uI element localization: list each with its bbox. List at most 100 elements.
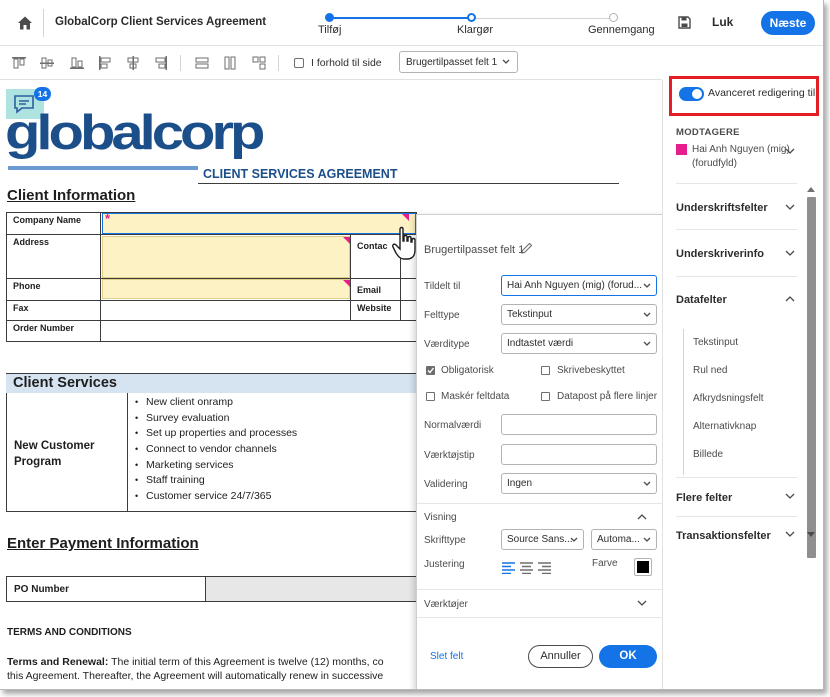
- chevron-down-icon[interactable]: [785, 531, 795, 538]
- field-select-dropdown[interactable]: Brugertilpasset felt 1: [399, 51, 518, 73]
- section-transaction-fields[interactable]: Transaktionsfelter: [676, 530, 771, 542]
- save-icon[interactable]: [678, 16, 691, 29]
- readonly-checkbox[interactable]: [541, 366, 550, 375]
- tools-section-label[interactable]: Værktøjer: [424, 599, 468, 610]
- font-value: Source Sans...: [507, 534, 573, 545]
- pencil-icon[interactable]: [521, 242, 533, 254]
- section-signer-info[interactable]: Underskriverinfo: [676, 248, 764, 260]
- terms-bold-lead: Terms and Renewal:: [7, 656, 109, 668]
- step-dot-review[interactable]: [609, 13, 618, 22]
- chevron-down-icon[interactable]: [637, 600, 647, 607]
- required-checkbox[interactable]: [426, 366, 435, 375]
- chevron-up-icon[interactable]: [637, 513, 647, 520]
- cancel-button[interactable]: Annuller: [528, 645, 593, 668]
- relative-to-page-label: I forhold til side: [311, 57, 382, 69]
- align-right-icon[interactable]: [154, 56, 168, 70]
- font-size-select[interactable]: Automa...: [591, 529, 657, 550]
- align-right-text-icon[interactable]: [538, 562, 551, 574]
- email-label: Email: [350, 278, 401, 301]
- address-field[interactable]: [102, 236, 350, 278]
- data-field-image[interactable]: Billede: [693, 449, 723, 460]
- popup-field-name: Brugertilpasset felt 1: [424, 244, 525, 256]
- match-height-icon[interactable]: [223, 56, 237, 70]
- data-field-checkbox[interactable]: Afkrydsningsfelt: [693, 393, 764, 404]
- step-label-add[interactable]: Tilføj: [318, 24, 341, 36]
- align-left-icon[interactable]: [98, 56, 112, 70]
- align-left-text-icon[interactable]: [502, 562, 515, 574]
- align-center-text-icon[interactable]: [520, 562, 533, 574]
- data-field-radio[interactable]: Alternativknap: [693, 421, 756, 432]
- check-icon: [427, 367, 435, 374]
- data-field-dropdown[interactable]: Rul ned: [693, 365, 727, 376]
- divider: [676, 183, 797, 184]
- color-picker[interactable]: [634, 558, 652, 576]
- po-number-field[interactable]: [205, 577, 419, 601]
- divider: [127, 393, 128, 512]
- chevron-down-icon: [643, 312, 651, 317]
- chevron-up-icon[interactable]: [785, 295, 795, 302]
- ok-button[interactable]: OK: [599, 645, 657, 668]
- program-label: New Customer Program: [14, 440, 95, 468]
- advanced-editing-toggle[interactable]: [679, 87, 704, 101]
- field-type-label: Felttype: [424, 310, 460, 321]
- field-type-value: Tekstinput: [507, 309, 553, 320]
- section-more-fields[interactable]: Flere felter: [676, 492, 732, 504]
- field-type-select[interactable]: Tekstinput: [501, 304, 657, 325]
- chevron-down-icon: [643, 341, 651, 346]
- value-type-select[interactable]: Indtastet værdi: [501, 333, 657, 354]
- validation-select[interactable]: Ingen: [501, 473, 657, 494]
- default-value-label: Normalværdi: [424, 420, 482, 431]
- chevron-down-icon[interactable]: [785, 204, 795, 211]
- mask-data-checkbox[interactable]: [426, 392, 435, 401]
- delete-field-link[interactable]: Slet felt: [430, 651, 463, 662]
- recipient-name[interactable]: Hai Anh Nguyen (mig) (forudfyld): [692, 143, 792, 171]
- align-top-icon[interactable]: [12, 56, 26, 70]
- close-button[interactable]: Luk: [712, 15, 733, 29]
- field-corner-marker: [402, 214, 409, 221]
- tooltip-input[interactable]: [501, 444, 657, 465]
- divider: [676, 477, 797, 478]
- email-cell: [400, 278, 417, 301]
- field-select-value: Brugertilpasset felt 1: [406, 57, 498, 68]
- validation-label: Validering: [424, 479, 468, 490]
- section-signature-fields[interactable]: Underskriftsfelter: [676, 202, 768, 214]
- list-item: New client onramp: [135, 396, 297, 412]
- app-window: GlobalCorp Client Services Agreement Til…: [0, 0, 824, 690]
- align-center-icon[interactable]: [126, 56, 140, 70]
- chevron-down-icon[interactable]: [785, 148, 795, 155]
- scroll-up-arrow[interactable]: [807, 187, 815, 192]
- step-dot-prepare[interactable]: [467, 13, 476, 22]
- home-icon[interactable]: [17, 15, 33, 31]
- title-rule: [198, 183, 619, 184]
- match-size-icon[interactable]: [252, 56, 266, 70]
- fax-cell: [100, 300, 351, 321]
- document-title: GlobalCorp Client Services Agreement: [55, 16, 267, 28]
- step-label-review[interactable]: Gennemgang: [588, 24, 655, 36]
- align-middle-icon[interactable]: [40, 56, 54, 70]
- default-value-input[interactable]: [501, 414, 657, 435]
- align-bottom-icon[interactable]: [70, 56, 84, 70]
- right-panel: Avanceret redigering til MODTAGERE Hai A…: [662, 76, 823, 689]
- po-number-label: PO Number: [14, 584, 70, 595]
- section-data-fields[interactable]: Datafelter: [676, 294, 727, 306]
- font-select[interactable]: Source Sans...: [501, 529, 584, 550]
- match-width-icon[interactable]: [195, 56, 209, 70]
- scroll-down-arrow[interactable]: [807, 532, 815, 537]
- logo-underline: [8, 166, 198, 170]
- chevron-down-icon[interactable]: [785, 250, 795, 257]
- terms-heading: TERMS AND CONDITIONS: [7, 627, 132, 638]
- step-dot-add[interactable]: [325, 13, 334, 22]
- data-field-text-input[interactable]: Tekstinput: [693, 337, 738, 348]
- chevron-down-icon[interactable]: [785, 493, 795, 500]
- recipients-heading: MODTAGERE: [676, 127, 740, 138]
- company-name-field[interactable]: [102, 213, 416, 234]
- panel-scrollbar[interactable]: [807, 197, 816, 558]
- assigned-to-select[interactable]: Hai Anh Nguyen (mig) (forud...: [501, 275, 657, 296]
- website-cell: [400, 300, 417, 321]
- display-section-label[interactable]: Visning: [424, 512, 457, 523]
- next-button[interactable]: Næste: [761, 11, 815, 35]
- step-label-prepare[interactable]: Klargør: [457, 24, 493, 36]
- phone-field[interactable]: [102, 279, 350, 299]
- relative-to-page-checkbox[interactable]: [294, 58, 304, 68]
- multiline-checkbox[interactable]: [541, 392, 550, 401]
